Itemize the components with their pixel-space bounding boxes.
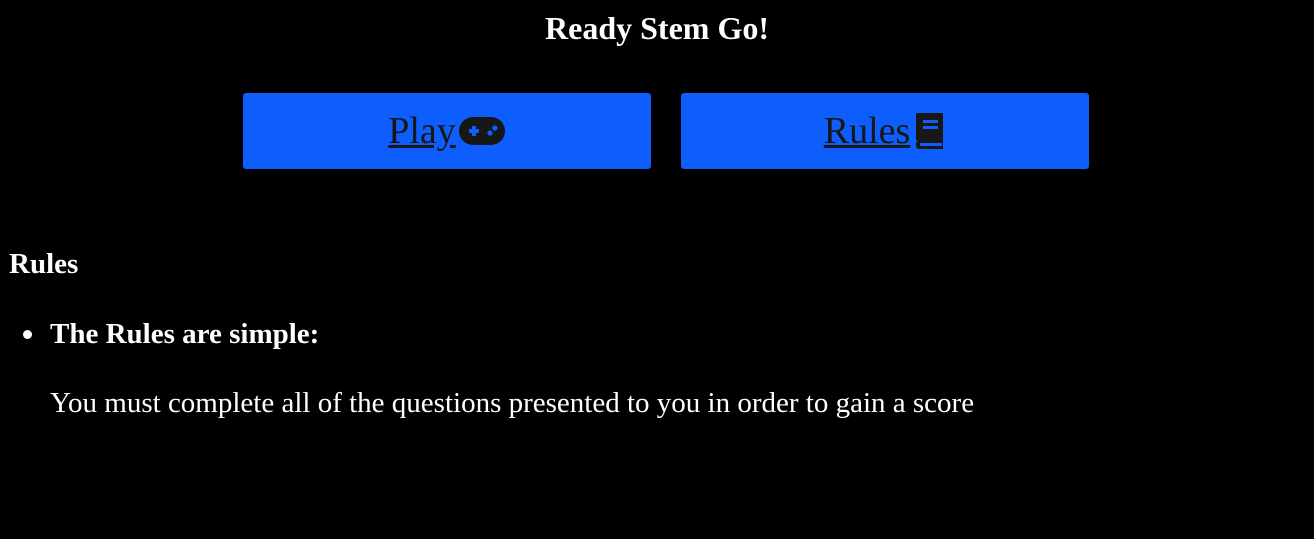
page: Ready Stem Go! Play Rules Rules The Rule… <box>0 0 1314 539</box>
list-item: The Rules are simple: You must complete … <box>0 315 974 422</box>
rules-item-text: You must complete all of the questions p… <box>50 387 975 419</box>
bullet-icon <box>23 330 32 339</box>
rules-button-label: Rules <box>823 110 911 152</box>
page-title: Ready Stem Go! <box>545 10 769 46</box>
rules-heading: Rules <box>9 248 79 280</box>
play-button-label: Play <box>388 110 456 152</box>
rules-button[interactable]: Rules <box>681 93 1089 169</box>
gamepad-icon <box>458 116 506 146</box>
play-button[interactable]: Play <box>243 93 651 169</box>
rules-item-heading: The Rules are simple: <box>50 318 320 350</box>
book-icon <box>912 112 946 150</box>
rules-list: The Rules are simple: You must complete … <box>0 315 974 422</box>
